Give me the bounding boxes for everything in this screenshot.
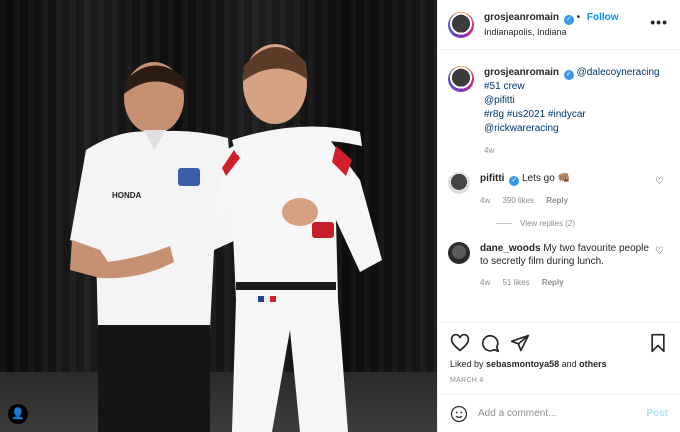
comment-meta: 4w 51 likes Reply <box>480 276 650 289</box>
comment-likes[interactable]: 51 likes <box>502 278 529 287</box>
post-photo[interactable]: HONDA 👤 <box>0 0 437 432</box>
emoji-smiley-icon[interactable] <box>450 405 468 423</box>
author-username[interactable]: grosjeanromain <box>484 12 559 23</box>
commenter-avatar[interactable] <box>448 172 470 194</box>
view-replies-button[interactable]: View replies (2) <box>496 219 668 228</box>
caption-mention-link[interactable]: @pifitti <box>484 94 660 108</box>
separator-dot: • <box>576 11 581 23</box>
liked-by-others[interactable]: others <box>579 359 607 369</box>
comment-item: dane_woods My two favourite people to se… <box>448 242 668 289</box>
comment-reply-button[interactable]: Reply <box>546 196 568 205</box>
caption-hashtag-link[interactable]: #51 crew <box>484 80 660 94</box>
caption-author-avatar[interactable] <box>448 66 474 92</box>
verified-badge-icon: ✓ <box>563 14 574 25</box>
post-comment-button[interactable]: Post <box>646 408 668 419</box>
post-actions: Liked by sebasmontoya58 and others MARCH… <box>438 322 680 384</box>
more-options-icon[interactable]: ••• <box>650 14 668 30</box>
author-avatar[interactable] <box>448 11 474 38</box>
comment-item: pifitti ✓ Lets go 👊🏽 4w 390 likes Reply … <box>448 172 668 207</box>
comment-like-heart-icon[interactable]: ♡ <box>655 176 664 187</box>
user-icon: 👤 <box>11 407 25 420</box>
follow-button[interactable]: Follow <box>587 12 619 23</box>
share-paper-plane-icon[interactable] <box>510 333 530 353</box>
comment-reply-button[interactable]: Reply <box>542 278 564 287</box>
action-icons-row <box>450 331 668 355</box>
comment-body: pifitti ✓ Lets go 👊🏽 4w 390 likes Reply <box>480 172 650 207</box>
caption-mention-link[interactable]: @dalecoyneracing <box>577 67 660 78</box>
comment-text: Lets go 👊🏽 <box>522 173 571 184</box>
post-location[interactable]: Indianapolis, Indiana <box>484 25 619 39</box>
add-comment-input[interactable] <box>478 408 647 419</box>
verified-badge-icon: ✓ <box>509 176 520 186</box>
liked-by-line: Liked by sebasmontoya58 and others <box>450 359 668 369</box>
photo-subjects: HONDA <box>70 44 382 432</box>
post-date[interactable]: MARCH 4 <box>450 377 668 384</box>
post-side-panel: grosjeanromain ✓ • Follow Indianapolis, … <box>437 0 680 432</box>
instagram-post-view: HONDA 👤 grosjeanromain ✓ • Follow Indian… <box>0 0 680 432</box>
comment-meta: 4w 390 likes Reply <box>480 194 650 207</box>
caption-timestamp[interactable]: 4w <box>484 144 660 158</box>
liked-by-prefix: Liked by <box>450 359 484 369</box>
liked-by-user[interactable]: sebasmontoya58 <box>486 359 559 369</box>
comment-likes[interactable]: 390 likes <box>502 196 534 205</box>
commenter-username[interactable]: dane_woods <box>480 243 541 254</box>
tagged-users-button[interactable]: 👤 <box>8 404 28 424</box>
add-comment-bar: Post <box>438 394 680 432</box>
like-heart-icon[interactable] <box>450 333 470 353</box>
comment-like-heart-icon[interactable]: ♡ <box>655 246 664 257</box>
post-header: grosjeanromain ✓ • Follow Indianapolis, … <box>438 0 680 50</box>
post-caption: grosjeanromain ✓ @dalecoyneracing #51 cr… <box>448 66 668 158</box>
verified-badge-icon: ✓ <box>563 70 574 80</box>
comments-feed[interactable]: grosjeanromain ✓ @dalecoyneracing #51 cr… <box>438 50 680 322</box>
caption-hashtags[interactable]: #r8g #us2021 #indycar <box>484 108 660 122</box>
save-bookmark-icon[interactable] <box>648 333 668 353</box>
commenter-avatar[interactable] <box>448 242 470 264</box>
view-replies-label: View replies (2) <box>520 219 575 228</box>
comment-body: dane_woods My two favourite people to se… <box>480 242 650 289</box>
caption-body: grosjeanromain ✓ @dalecoyneracing #51 cr… <box>484 66 660 158</box>
replies-divider-line <box>496 223 512 224</box>
post-header-text: grosjeanromain ✓ • Follow Indianapolis, … <box>484 11 619 39</box>
liked-by-and: and <box>561 359 577 369</box>
comment-timestamp[interactable]: 4w <box>480 196 490 205</box>
commenter-username[interactable]: pifitti <box>480 173 504 184</box>
comment-timestamp[interactable]: 4w <box>480 278 490 287</box>
comment-bubble-icon[interactable] <box>480 333 500 353</box>
svg-text:HONDA: HONDA <box>112 191 142 200</box>
caption-mention-link[interactable]: @rickwareracing <box>484 122 660 136</box>
caption-author-username[interactable]: grosjeanromain <box>484 67 559 78</box>
